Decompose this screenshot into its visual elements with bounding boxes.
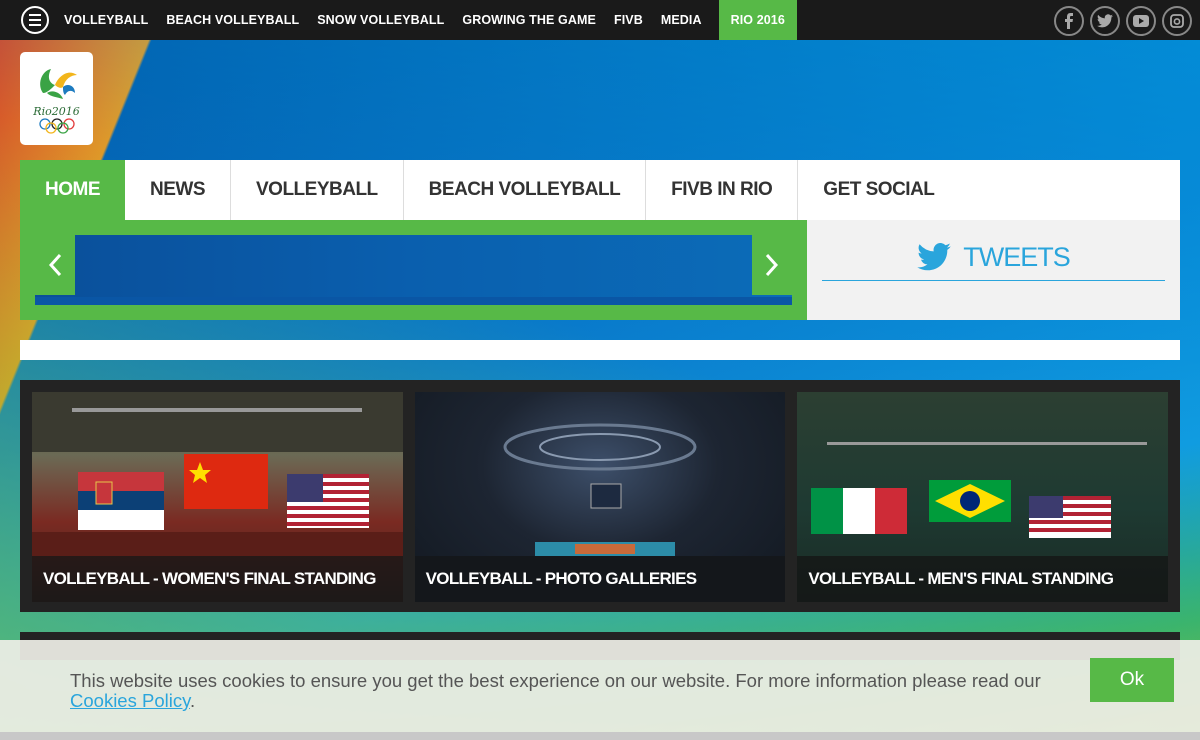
main-nav-fivb-in-rio[interactable]: FIVB IN RIO xyxy=(646,160,799,220)
card-photo-galleries[interactable]: VOLLEYBALL - PHOTO GALLERIES xyxy=(414,392,786,602)
top-nav-snow-volleyball[interactable]: SNOW VOLLEYBALL xyxy=(308,0,453,40)
top-nav-fivb[interactable]: FIVB xyxy=(605,0,652,40)
twitter-icon[interactable] xyxy=(1090,6,1120,36)
main-nav: HOME NEWS VOLLEYBALL BEACH VOLLEYBALL FI… xyxy=(20,160,1180,220)
top-nav-beach-volleyball[interactable]: BEACH VOLLEYBALL xyxy=(157,0,308,40)
card-caption: VOLLEYBALL - MEN'S FINAL STANDING xyxy=(797,556,1169,602)
white-strip xyxy=(20,340,1180,360)
main-nav-news[interactable]: NEWS xyxy=(125,160,231,220)
chevron-right-icon xyxy=(765,253,779,277)
rio-2016-logo[interactable]: Rio2016 xyxy=(20,52,93,145)
facebook-icon[interactable] xyxy=(1054,6,1084,36)
feature-cards: VOLLEYBALL - WOMEN'S FINAL STANDING VOLL… xyxy=(20,380,1180,612)
top-nav: VOLLEYBALL BEACH VOLLEYBALL SNOW VOLLEYB… xyxy=(55,0,797,40)
top-nav-rio-2016[interactable]: RIO 2016 xyxy=(718,0,797,40)
cookie-suffix: . xyxy=(189,690,196,711)
top-bar: VOLLEYBALL BEACH VOLLEYBALL SNOW VOLLEYB… xyxy=(0,0,1200,40)
main-nav-volleyball[interactable]: VOLLEYBALL xyxy=(231,160,404,220)
rio-emblem-icon xyxy=(39,69,77,99)
top-nav-volleyball[interactable]: VOLLEYBALL xyxy=(55,0,157,40)
cookie-banner: This website uses cookies to ensure you … xyxy=(0,640,1200,732)
logo-text: Rio2016 xyxy=(33,105,80,118)
slider-content xyxy=(35,235,792,305)
news-slider xyxy=(20,220,807,320)
chevron-left-icon xyxy=(48,253,62,277)
main-nav-beach-volleyball[interactable]: BEACH VOLLEYBALL xyxy=(404,160,647,220)
cookie-ok-button[interactable]: Ok xyxy=(1090,658,1174,702)
social-links xyxy=(1054,6,1192,36)
card-caption: VOLLEYBALL - WOMEN'S FINAL STANDING xyxy=(32,556,403,602)
slider-progress-bar xyxy=(35,297,792,305)
card-mens-final-standing[interactable]: VOLLEYBALL - MEN'S FINAL STANDING xyxy=(797,392,1169,602)
tweets-header: TWEETS xyxy=(822,234,1165,281)
main-nav-get-social[interactable]: GET SOCIAL xyxy=(798,160,959,220)
slider-prev-button[interactable] xyxy=(35,235,75,295)
twitter-bird-icon xyxy=(917,243,952,271)
slider-next-button[interactable] xyxy=(752,235,792,295)
tweets-title: TWEETS xyxy=(963,241,1070,272)
top-nav-media[interactable]: MEDIA xyxy=(652,0,711,40)
hamburger-menu-icon[interactable] xyxy=(21,6,49,34)
olympic-rings-icon xyxy=(38,118,75,134)
tweets-panel: TWEETS xyxy=(807,220,1180,320)
page-bottom-edge xyxy=(0,732,1200,740)
youtube-icon[interactable] xyxy=(1126,6,1156,36)
cookie-text: This website uses cookies to ensure you … xyxy=(70,670,1041,691)
instagram-icon[interactable] xyxy=(1162,6,1192,36)
cookie-message: This website uses cookies to ensure you … xyxy=(70,671,1060,711)
top-nav-growing-the-game[interactable]: GROWING THE GAME xyxy=(453,0,605,40)
cookies-policy-link[interactable]: Cookies Policy xyxy=(70,690,190,711)
card-womens-final-standing[interactable]: VOLLEYBALL - WOMEN'S FINAL STANDING xyxy=(32,392,403,602)
card-caption: VOLLEYBALL - PHOTO GALLERIES xyxy=(414,556,786,602)
main-nav-home[interactable]: HOME xyxy=(20,160,125,220)
